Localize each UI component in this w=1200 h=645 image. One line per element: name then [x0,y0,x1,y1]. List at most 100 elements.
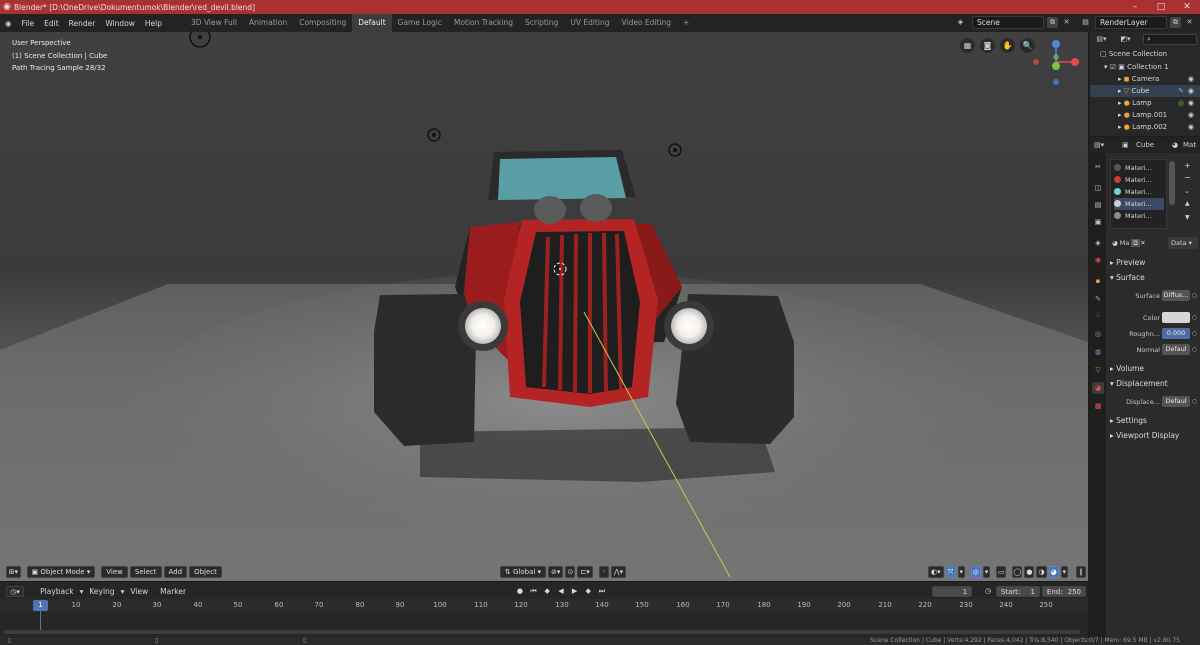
eye-icon[interactable]: ◉ [1188,73,1194,85]
shading-dropdown-icon[interactable]: ▾ [1060,566,1068,578]
tab-motion-tracking[interactable]: Motion Tracking [448,14,519,32]
timeline-view-menu[interactable]: View [124,587,154,596]
maximize-button[interactable]: □ [1148,0,1174,14]
xray-icon[interactable]: ▭ [996,566,1007,578]
material-slot-selected[interactable]: Materi... [1114,198,1164,210]
add-menu[interactable]: Add [163,566,188,578]
start-frame-field[interactable]: Start: 1 [995,585,1040,597]
render-layer-icon[interactable]: ▤ [1080,17,1091,28]
gizmo-y-axis[interactable] [1052,62,1060,70]
end-frame-field[interactable]: End: 250 [1041,585,1086,597]
lamp-gizmo[interactable] [668,143,682,157]
outliner-item-cube[interactable]: ▸ ▽ Cube ✎ ◉ [1090,85,1200,97]
section-settings[interactable]: ▸ Settings [1110,416,1147,425]
outliner-item-lamp-002[interactable]: ▸ ● Lamp.002 ◉ [1090,121,1200,133]
gizmo-neg-x-axis[interactable] [1033,59,1039,65]
jump-keyframe-back-icon[interactable]: ◆ [541,586,553,597]
snap-mode-icon[interactable]: ⊏▾ [577,566,593,578]
tab-uv-editing[interactable]: UV Editing [564,14,615,32]
outliner-item-lamp[interactable]: ▸ ● Lamp ◎ ◉ [1090,97,1200,109]
menu-window[interactable]: Window [100,19,140,28]
outliner-editor-type-icon[interactable]: ▤▾ [1096,34,1107,45]
section-volume[interactable]: ▸ Volume [1110,364,1144,373]
display-mode-icon[interactable]: ◩▾ [1120,34,1131,45]
move-slot-down-icon[interactable]: ▼ [1185,214,1190,221]
timeline-ruler[interactable]: 10 20 30 40 50 60 70 80 90 100 110 120 1… [0,599,1088,612]
playback-menu[interactable]: Playback [34,587,79,596]
light-data-icon[interactable]: ◎ [1178,97,1184,109]
duplicate-material-icon[interactable]: ⧉ [1131,239,1141,247]
color-swatch[interactable] [1162,312,1190,323]
view-menu[interactable]: View [101,566,128,578]
constraints-tab-icon[interactable]: ◍ [1092,346,1104,358]
hand-icon[interactable]: ✋ [1000,38,1015,53]
material-slot-list[interactable]: Materi... Materi... Materi... Materi... … [1110,159,1167,229]
select-menu[interactable]: Select [129,566,162,578]
material-list-scrollbar[interactable] [1169,161,1175,205]
keying-menu[interactable]: Keying [83,587,120,596]
orientation-selector[interactable]: ⇅ Global ▾ [499,566,547,578]
socket-icon[interactable]: ○ [1192,312,1197,324]
clock-icon[interactable]: ◷ [982,586,994,597]
rendered-shading-icon[interactable]: ◕ [1048,566,1059,578]
roughness-field[interactable]: 0.000 [1162,328,1190,339]
section-displacement[interactable]: ▾ Displacement [1110,379,1168,388]
object-menu[interactable]: Object [189,566,222,578]
tab-3d-view-full[interactable]: 3D View Full [185,14,243,32]
move-slot-up-icon[interactable]: ▲ [1185,200,1190,207]
socket-icon[interactable]: ○ [1192,290,1197,302]
surface-shader-field[interactable]: Diffus... [1162,290,1190,301]
navigation-gizmo[interactable] [1033,40,1079,85]
record-icon[interactable]: ● [514,586,526,597]
lamp-gizmo[interactable] [427,128,441,142]
socket-icon[interactable]: ○ [1192,344,1197,356]
eye-icon[interactable]: ◉ [1188,97,1194,109]
section-preview[interactable]: ▸ Preview [1110,258,1145,267]
physics-tab-icon[interactable]: ◎ [1092,328,1104,340]
material-slot[interactable]: Materi... [1114,210,1164,222]
blender-menu-icon[interactable]: ◉ [0,19,17,28]
add-workspace-button[interactable]: + [677,14,695,32]
data-link-dropdown[interactable]: Data ▾ [1168,237,1198,249]
gizmo-neg-y-axis[interactable] [1053,54,1059,60]
add-slot-icon[interactable]: + [1184,161,1191,170]
particles-tab-icon[interactable]: ⁘ [1092,310,1104,322]
unlink-material-icon[interactable]: ✕ [1140,239,1145,247]
outliner-root[interactable]: ▢ Scene Collection [1090,48,1200,60]
tab-compositing[interactable]: Compositing [293,14,352,32]
3d-viewport[interactable]: User Perspective (1) Scene Collection | … [0,32,1088,581]
camera-icon[interactable]: ◙ [980,38,995,53]
proportional-edit-icon[interactable]: ◦ [598,566,609,578]
lamp-gizmo[interactable] [189,32,211,48]
falloff-icon[interactable]: ⋀▾ [610,566,627,578]
texture-tab-icon[interactable]: ▩ [1092,400,1104,412]
scene-tab-icon[interactable]: ◈ [1092,237,1104,249]
play-icon[interactable]: ▶ [569,586,581,597]
jump-keyframe-forward-icon[interactable]: ◆ [582,586,594,597]
outliner-item-camera[interactable]: ▸ ◼ Camera ◉ [1090,73,1200,85]
mode-selector[interactable]: ▣ Object Mode ▾ [26,566,96,578]
overlay-toggle-icon[interactable]: ◎ [970,566,981,578]
section-viewport-display[interactable]: ▸ Viewport Display [1110,431,1179,440]
editor-type-icon[interactable]: ⊞▾ [6,566,21,578]
tab-video-editing[interactable]: Video Editing [616,14,678,32]
tab-animation[interactable]: Animation [243,14,293,32]
jump-end-icon[interactable]: ⏭ [596,586,608,597]
checkbox-icon[interactable]: ☑ [1110,63,1119,71]
view-layer-tab-icon[interactable]: ▣ [1092,216,1104,228]
tab-default[interactable]: Default [352,14,392,32]
eye-icon[interactable]: ◉ [1188,121,1194,133]
material-shading-icon[interactable]: ◑ [1036,566,1047,578]
zoom-icon[interactable]: 🔍 [1020,38,1035,53]
scene-icon[interactable]: ◈ [955,17,966,28]
wrench-icon[interactable]: ✎ [1178,85,1184,97]
render-tab-icon[interactable]: ◫ [1092,182,1104,194]
tab-scripting[interactable]: Scripting [519,14,564,32]
scene-selector[interactable]: Scene [972,16,1044,29]
gizmo-z-axis[interactable] [1052,40,1060,48]
section-surface[interactable]: ▾ Surface [1110,273,1145,282]
material-tab-icon[interactable]: ◕ [1092,382,1104,394]
socket-icon[interactable]: ○ [1192,396,1197,408]
snap-icon[interactable]: ⊙ [565,566,576,578]
pause-render-icon[interactable]: ∥ [1075,566,1087,578]
